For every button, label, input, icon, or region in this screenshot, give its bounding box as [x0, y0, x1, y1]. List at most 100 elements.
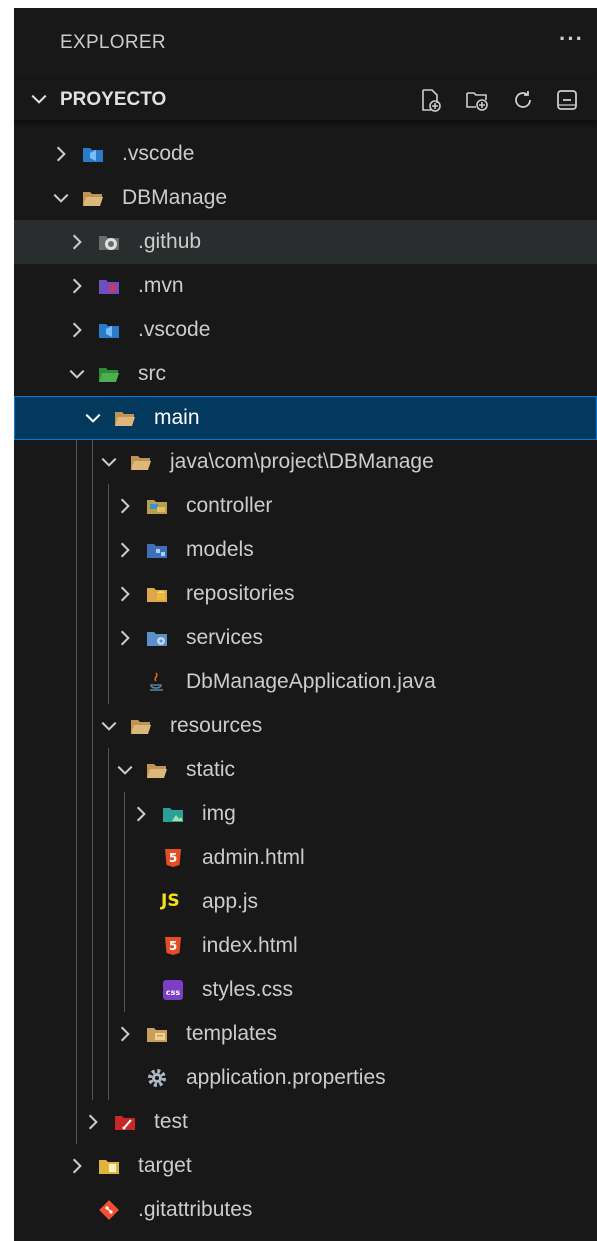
tree-item-label: application.properties	[186, 1066, 386, 1089]
chevron-down-icon	[101, 721, 117, 731]
tree-item-label: DBManage	[122, 186, 228, 209]
chevron-right-icon	[72, 1158, 82, 1174]
refresh-icon[interactable]	[511, 88, 535, 112]
tree-item-img[interactable]: img	[14, 792, 597, 836]
explorer-header: EXPLORER ···	[14, 8, 597, 78]
tree-item-src[interactable]: src	[14, 352, 597, 396]
vscode-folder-icon	[83, 148, 103, 162]
new-folder-icon[interactable]	[465, 88, 489, 112]
tree-item-label: admin.html	[202, 846, 305, 869]
tree-item-label: .github	[138, 230, 202, 253]
tree-item-label: templates	[186, 1022, 278, 1045]
github-folder-icon	[99, 236, 119, 250]
chevron-right-icon	[120, 630, 130, 646]
tree-item-app-js[interactable]: JS app.js	[14, 880, 597, 924]
vscode-folder-icon	[99, 324, 119, 338]
tree-item-models[interactable]: models	[14, 528, 597, 572]
tree-item-admin-html[interactable]: 5 admin.html	[14, 836, 597, 880]
tree-item-label: .vscode	[138, 318, 211, 341]
tree-item-label: repositories	[186, 582, 295, 605]
tree-item-label: static	[186, 758, 236, 781]
indent-guide	[108, 484, 109, 704]
git-file-icon	[99, 1200, 119, 1220]
controller-folder-icon	[147, 500, 167, 514]
js-file-icon: JS	[161, 891, 180, 911]
tree-item-services[interactable]: services	[14, 616, 597, 660]
tree-item-test[interactable]: test	[14, 1100, 597, 1144]
section-header-proyecto[interactable]: PROYECTO	[14, 80, 597, 120]
indent-guide	[76, 440, 77, 1144]
gear-icon	[148, 1069, 166, 1087]
models-folder-icon	[147, 544, 167, 558]
explorer-panel: EXPLORER ··· — — — · · — — — .vscode DBM…	[14, 8, 597, 1241]
images-folder-icon	[163, 808, 183, 822]
folder-open-icon	[83, 192, 103, 206]
tree-item-repositories[interactable]: repositories	[14, 572, 597, 616]
collapse-all-icon[interactable]	[555, 88, 579, 112]
indent-guide	[92, 440, 93, 1100]
folder-open-icon	[115, 412, 135, 426]
chevron-right-icon	[120, 542, 130, 558]
tree-item-label: src	[138, 362, 166, 385]
tree-item-github[interactable]: .github	[14, 220, 597, 264]
tree-item-target[interactable]: target	[14, 1144, 597, 1188]
chevron-down-icon	[69, 369, 85, 379]
more-actions-button[interactable]: ···	[559, 26, 584, 52]
tree-item-label: app.js	[202, 890, 259, 913]
tree-item-label: target	[138, 1154, 192, 1177]
tree-item-dbmanage-application-java[interactable]: DbManageApplication.java	[14, 660, 597, 704]
chevron-down-icon	[117, 765, 133, 775]
tree-item-label: services	[186, 626, 264, 649]
indent-guide	[108, 748, 109, 1100]
chevron-down-icon	[101, 457, 117, 467]
chevron-right-icon	[72, 322, 82, 338]
repositories-folder-icon	[147, 588, 167, 602]
folder-open-icon	[131, 456, 151, 470]
tree-item-label: models	[186, 538, 254, 561]
html-file-icon: 5	[165, 937, 181, 955]
tree-item-static[interactable]: static	[14, 748, 597, 792]
tree-item-resources[interactable]: resources	[14, 704, 597, 748]
tree-item-label: .gitattributes	[138, 1198, 253, 1221]
tree-item-gitattributes[interactable]: .gitattributes	[14, 1188, 597, 1232]
svg-text:css: css	[166, 988, 181, 997]
chevron-down-icon	[85, 413, 101, 423]
services-folder-icon	[147, 632, 167, 646]
chevron-right-icon	[120, 586, 130, 602]
test-folder-icon	[115, 1116, 135, 1130]
tree-item-dbmanage[interactable]: DBManage	[14, 176, 597, 220]
tree-item-label: resources	[170, 714, 263, 737]
new-file-icon[interactable]	[418, 88, 442, 112]
tree-item-application-properties[interactable]: application.properties	[14, 1056, 597, 1100]
tree-item-vscode-2[interactable]: .vscode	[14, 308, 597, 352]
folder-open-icon	[131, 720, 151, 734]
src-folder-icon	[99, 368, 119, 382]
chevron-right-icon	[136, 806, 146, 822]
tree-item-label: DbManageApplication.java	[186, 670, 436, 693]
tree-item-templates[interactable]: templates	[14, 1012, 597, 1056]
tree-item-label: img	[202, 802, 236, 825]
html-file-icon: 5	[165, 849, 181, 867]
tree-item-vscode[interactable]: .vscode	[14, 132, 597, 176]
explorer-title: EXPLORER	[60, 32, 166, 53]
tree-item-controller[interactable]: controller	[14, 484, 597, 528]
chevron-right-icon	[88, 1114, 98, 1130]
svg-text:5: 5	[169, 851, 177, 865]
maven-folder-icon	[99, 280, 119, 294]
tree-item-label: test	[154, 1110, 188, 1133]
indent-guide	[124, 792, 125, 1012]
svg-text:5: 5	[169, 939, 177, 953]
chevron-down-icon	[53, 193, 69, 203]
tree-item-index-html[interactable]: 5 index.html	[14, 924, 597, 968]
tree-item-label: .mvn	[138, 274, 184, 297]
tree-item-label: controller	[186, 494, 273, 517]
tree-item-label: index.html	[202, 934, 298, 957]
tree-item-mvn[interactable]: .mvn	[14, 264, 597, 308]
chevron-right-icon	[120, 498, 130, 514]
tree-item-main[interactable]: main	[14, 396, 597, 440]
tree-item-styles-css[interactable]: css styles.css	[14, 968, 597, 1012]
tree-item-label: .vscode	[122, 142, 195, 165]
tree-item-java-package[interactable]: java\com\project\DBManage	[14, 440, 597, 484]
chevron-right-icon	[72, 278, 82, 294]
section-title: PROYECTO	[60, 89, 167, 110]
